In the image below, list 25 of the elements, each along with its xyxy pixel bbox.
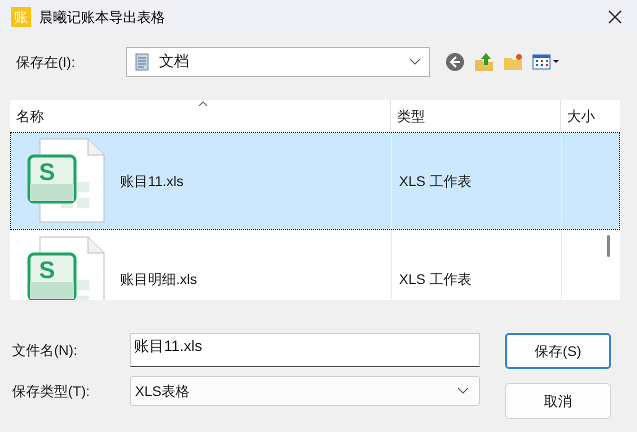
dialog-button[interactable]: 取消 (505, 383, 611, 419)
app-icon: 账 (11, 7, 31, 27)
file-type-dropdown[interactable]: XLS表格 (130, 376, 480, 406)
new-folder-icon[interactable] (503, 52, 523, 72)
scrollbar-thumb[interactable] (607, 235, 610, 257)
location-dropdown[interactable]: 文档 (126, 47, 430, 77)
file-name-field[interactable]: 账目11.xls (130, 333, 480, 367)
file-type-label: 保存类型(T): (12, 382, 91, 401)
file-type: XLS 工作表 (399, 172, 472, 190)
back-icon[interactable] (445, 52, 465, 72)
window-title: 晨曦记账本导出表格 (39, 8, 165, 26)
view-menu-icon[interactable] (532, 54, 560, 70)
file-name-label: 文件名(N): (12, 340, 78, 360)
column-header[interactable]: 大小 (561, 100, 601, 132)
dialog-button[interactable]: 保存(S) (505, 333, 611, 369)
file-row[interactable]: S 账目11.xls XLS 工作表 (10, 132, 620, 230)
file-name: 账目11.xls (120, 172, 184, 190)
close-icon[interactable] (607, 9, 623, 25)
folder-up-icon[interactable] (474, 52, 494, 72)
chevron-down-icon (457, 387, 469, 395)
save-in-label: 保存在(I): (16, 52, 76, 72)
file-type: XLS 工作表 (399, 270, 472, 288)
chevron-down-icon (409, 58, 421, 66)
file-name: 账目明细.xls (120, 270, 197, 288)
document-icon (135, 53, 149, 71)
